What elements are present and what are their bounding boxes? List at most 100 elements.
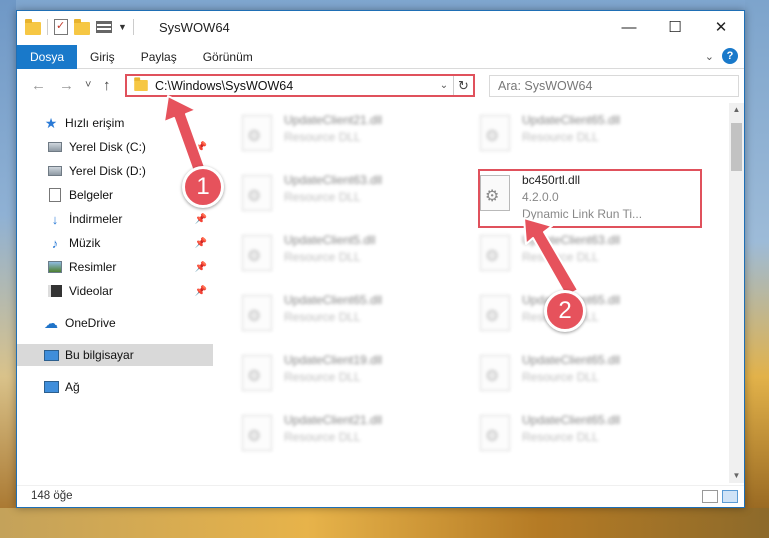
file-name: UpdateClient65.dll xyxy=(522,113,621,127)
sidebar-item-label: Resimler xyxy=(69,260,117,274)
recent-locations-button[interactable]: ˅ xyxy=(85,79,91,91)
pin-icon: 📌 xyxy=(194,237,207,249)
file-type: Resource DLL xyxy=(522,430,599,444)
tab-dosya[interactable]: Dosya xyxy=(17,44,78,69)
file-name: UpdateClient65.dll xyxy=(284,293,383,307)
pin-icon: 📌 xyxy=(194,213,207,225)
address-dropdown-chevron-icon[interactable]: ⌄ xyxy=(435,80,453,91)
step-2-badge: 2 xyxy=(544,290,586,332)
sidebar-item-network[interactable]: Ağ xyxy=(17,376,213,398)
file-name: UpdateClient65.dll xyxy=(522,413,621,427)
tiles-view-icon[interactable] xyxy=(722,490,738,503)
network-icon xyxy=(43,379,59,395)
quick-access-toolbar: ▼ xyxy=(25,18,134,35)
file-name: UpdateClient19.dll xyxy=(284,353,383,367)
dll-file-icon xyxy=(480,115,510,151)
customize-toolbar-chevron-icon[interactable]: ▼ xyxy=(118,22,127,32)
close-button[interactable]: ✕ xyxy=(698,11,744,43)
list-item[interactable]: UpdateClient65.dll Resource DLL xyxy=(480,353,700,399)
minimize-button[interactable]: — xyxy=(606,11,652,43)
file-type: Resource DLL xyxy=(284,250,361,264)
drive-icon xyxy=(47,139,63,155)
file-type: Resource DLL xyxy=(522,130,599,144)
file-type: Resource DLL xyxy=(284,430,361,444)
sidebar-item-label: Bu bilgisayar xyxy=(65,348,134,362)
scroll-thumb[interactable] xyxy=(731,123,742,171)
scroll-up-icon[interactable]: ▲ xyxy=(729,103,744,117)
file-type: Resource DLL xyxy=(284,370,361,384)
item-count: 148 öğe xyxy=(31,490,73,502)
sidebar-item-label: OneDrive xyxy=(65,316,116,330)
dll-file-icon xyxy=(242,235,272,271)
list-item[interactable]: UpdateClient63.dll Resource DLL xyxy=(242,173,462,219)
sidebar-item-onedrive[interactable]: ☁ OneDrive xyxy=(17,312,213,334)
back-button[interactable]: ← xyxy=(31,77,46,94)
downloads-icon: ↓ xyxy=(51,211,59,227)
sidebar-item-music[interactable]: ♪ Müzik 📌 xyxy=(17,232,213,254)
dll-file-icon xyxy=(480,295,510,331)
videos-icon xyxy=(47,283,63,299)
status-bar: 148 öğe xyxy=(17,485,744,507)
pin-icon: 📌 xyxy=(194,285,207,297)
up-button[interactable]: ↑ xyxy=(103,77,111,94)
file-type: Resource DLL xyxy=(284,190,361,204)
new-folder-icon[interactable] xyxy=(74,18,90,35)
computer-icon xyxy=(43,347,59,363)
refresh-button[interactable]: ↻ xyxy=(453,76,473,95)
explorer-window: ▼ SysWOW64 — ☐ ✕ Dosya Giriş Paylaş Görü… xyxy=(16,10,745,508)
tab-gorunum[interactable]: Görünüm xyxy=(190,45,266,69)
details-view-icon[interactable] xyxy=(702,490,718,503)
list-item[interactable]: UpdateClient21.dll Resource DLL xyxy=(242,413,462,459)
properties-icon[interactable] xyxy=(54,19,68,35)
list-item[interactable]: UpdateClient65.dll Resource DLL xyxy=(480,113,700,159)
list-item[interactable]: UpdateClient65.dllResource DLL xyxy=(480,293,700,339)
forward-button[interactable]: → xyxy=(59,77,74,94)
address-path[interactable]: C:\Windows\SysWOW64 xyxy=(155,79,435,93)
view-list-icon[interactable] xyxy=(96,21,112,33)
list-item[interactable]: UpdateClient5.dll Resource DLL xyxy=(242,233,462,279)
dll-file-icon xyxy=(480,355,510,391)
list-item[interactable]: UpdateClient21.dll Resource DLL xyxy=(242,113,462,159)
sidebar-item-videos[interactable]: Videolar 📌 xyxy=(17,280,213,302)
maximize-button[interactable]: ☐ xyxy=(652,11,698,43)
dll-file-icon xyxy=(242,355,272,391)
sidebar-item-quick-access[interactable]: ★ Hızlı erişim xyxy=(17,112,213,134)
scroll-down-icon[interactable]: ▼ xyxy=(729,469,744,483)
file-list: UpdateClient21.dll Resource DLL UpdateCli… xyxy=(214,103,729,483)
address-folder-icon xyxy=(134,77,148,92)
dll-file-icon xyxy=(480,235,510,271)
list-item[interactable]: UpdateClient63.dll Resource DLL xyxy=(480,233,700,279)
sidebar-item-label: Yerel Disk (C:) xyxy=(69,140,146,154)
vertical-scrollbar[interactable]: ▲ ▼ xyxy=(729,103,744,483)
sidebar-item-label: Belgeler xyxy=(69,188,114,202)
list-item[interactable]: UpdateClient19.dll Resource DLL xyxy=(242,353,462,399)
window-title: SysWOW64 xyxy=(159,20,230,35)
file-name: UpdateClient21.dll xyxy=(284,113,383,127)
pin-icon: 📌 xyxy=(194,261,207,273)
dll-file-icon xyxy=(242,295,272,331)
sidebar-item-label: Ağ xyxy=(65,380,80,394)
file-type: Resource DLL xyxy=(522,250,599,264)
dll-file-icon xyxy=(242,415,272,451)
star-icon: ★ xyxy=(44,114,58,131)
search-input[interactable]: Ara: SysWOW64 xyxy=(489,75,739,97)
dll-file-icon xyxy=(242,115,272,151)
file-type: Resource DLL xyxy=(522,370,599,384)
sidebar-item-label: Müzik xyxy=(69,236,101,250)
list-item[interactable]: UpdateClient65.dll Resource DLL xyxy=(242,293,462,339)
sidebar-item-disk-c[interactable]: Yerel Disk (C:) 📌 xyxy=(17,136,213,158)
list-item[interactable]: UpdateClient65.dll Resource DLL xyxy=(480,413,700,459)
expand-ribbon-chevron-icon[interactable]: ⌄ xyxy=(705,50,714,63)
tab-giris[interactable]: Giriş xyxy=(77,45,128,69)
sidebar-item-downloads[interactable]: ↓ İndirmeler 📌 xyxy=(17,208,213,230)
sidebar-item-pictures[interactable]: Resimler 📌 xyxy=(17,256,213,278)
tab-paylas[interactable]: Paylaş xyxy=(128,45,190,69)
file-name: UpdateClient65.dll xyxy=(522,353,621,367)
cloud-icon: ☁ xyxy=(44,314,58,331)
file-type: Resource DLL xyxy=(284,310,361,324)
file-type: Resource DLL xyxy=(284,130,361,144)
help-icon[interactable]: ? xyxy=(722,48,738,64)
address-bar[interactable]: C:\Windows\SysWOW64 ⌄ ↻ xyxy=(125,74,475,97)
sidebar-item-this-pc[interactable]: Bu bilgisayar xyxy=(17,344,213,366)
navigation-pane: ★ Hızlı erişim Yerel Disk (C:) 📌 Yerel D… xyxy=(17,103,213,483)
